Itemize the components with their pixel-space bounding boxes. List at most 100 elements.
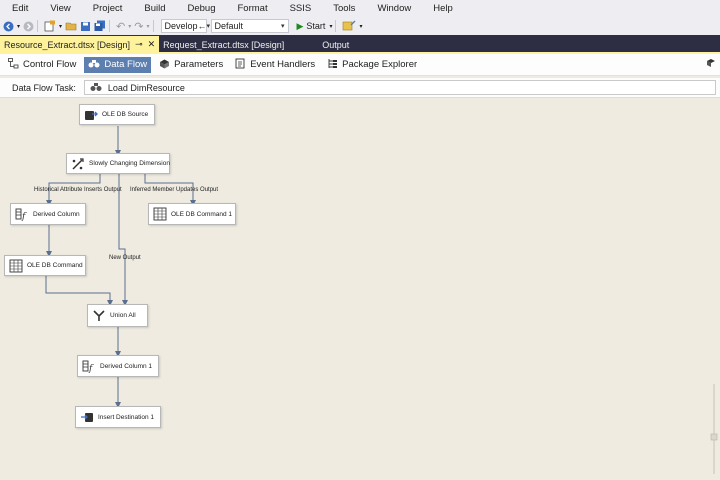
tab-output[interactable]: Output bbox=[318, 36, 353, 53]
tab-resource-extract[interactable]: Resource_Extract.dtsx [Design] ⊸ ✕ bbox=[0, 36, 160, 53]
redo-icon[interactable]: ↷ bbox=[134, 20, 143, 33]
tab-parameters[interactable]: Parameters bbox=[155, 57, 227, 73]
node-derived-column[interactable]: f Derived Column bbox=[10, 203, 86, 225]
save-icon[interactable] bbox=[80, 20, 91, 32]
start-label: Start bbox=[306, 21, 326, 31]
dropdown-arrow-icon[interactable]: ▾ bbox=[146, 20, 149, 32]
menu-window[interactable]: Window bbox=[363, 3, 411, 14]
solution-configuration-select[interactable]: Develop← ▾ bbox=[160, 19, 210, 33]
node-insert-destination-1[interactable]: Insert Destination 1 bbox=[75, 406, 161, 428]
forward-icon[interactable] bbox=[23, 20, 34, 32]
dropdown-arrow-icon[interactable]: ▾ bbox=[17, 20, 20, 32]
toolbar-separator bbox=[152, 20, 154, 32]
document-tab-strip: Resource_Extract.dtsx [Design] ⊸ ✕ Reque… bbox=[0, 35, 720, 53]
close-icon[interactable]: ✕ bbox=[148, 39, 156, 50]
path-label-inferred[interactable]: Inferred Member Updates Output bbox=[130, 187, 218, 193]
scd-icon bbox=[71, 157, 85, 171]
menu-ssis[interactable]: SSIS bbox=[276, 3, 312, 14]
data-flow-task-value: Load DimResource bbox=[107, 82, 185, 93]
menu-help[interactable]: Help bbox=[419, 3, 453, 14]
destination-icon bbox=[80, 410, 94, 424]
save-all-icon[interactable] bbox=[94, 20, 106, 32]
control-flow-icon bbox=[8, 57, 19, 72]
data-flow-task-icon bbox=[90, 82, 102, 94]
chevron-down-icon[interactable]: ▾ bbox=[329, 23, 332, 30]
dropdown-arrow-icon[interactable]: ▾ bbox=[128, 20, 131, 32]
node-ole-db-source[interactable]: OLE DB Source bbox=[79, 104, 155, 125]
tab-label: Control Flow bbox=[23, 59, 77, 70]
new-project-icon[interactable] bbox=[44, 20, 56, 32]
data-flow-design-surface[interactable]: Historical Attribute Inserts Output Infe… bbox=[0, 99, 720, 480]
tab-data-flow[interactable]: Data Flow bbox=[84, 56, 152, 73]
toolbar-separator bbox=[335, 20, 337, 32]
node-label: Insert Destination 1 bbox=[98, 413, 155, 421]
start-button[interactable]: ▶ Start ▾ bbox=[297, 21, 333, 32]
pin-icon[interactable]: ⊸ bbox=[135, 39, 143, 50]
ole-db-source-icon bbox=[84, 108, 98, 122]
tab-label: Data Flow bbox=[104, 59, 148, 70]
data-flow-task-label: Data Flow Task: bbox=[12, 82, 76, 93]
ole-db-command-icon bbox=[9, 259, 23, 273]
data-flow-task-row: Data Flow Task: Load DimResource bbox=[0, 78, 720, 98]
chevron-down-icon: ▾ bbox=[280, 23, 285, 30]
node-derived-column-1[interactable]: f Derived Column 1 bbox=[77, 355, 159, 377]
dropdown-arrow-icon[interactable]: ▾ bbox=[59, 20, 62, 32]
ole-db-command-icon bbox=[153, 207, 167, 221]
derived-column-icon: f bbox=[82, 359, 96, 373]
tab-event-handlers[interactable]: Event Handlers bbox=[231, 57, 319, 73]
solution-configuration-value: Develop← bbox=[164, 21, 207, 31]
node-label: Derived Column bbox=[33, 210, 80, 218]
designer-tab-bar: Control Flow Data Flow Parameters Event … bbox=[0, 54, 720, 76]
node-ole-db-command[interactable]: OLE DB Command bbox=[4, 255, 86, 276]
toolbar-separator bbox=[37, 20, 39, 32]
toolbar-separator bbox=[109, 20, 111, 32]
node-ole-db-command-1[interactable]: OLE DB Command 1 bbox=[148, 203, 236, 225]
node-slowly-changing-dimension[interactable]: Slowly Changing Dimension bbox=[66, 153, 170, 174]
back-icon[interactable] bbox=[3, 20, 14, 32]
solution-platform-value: Default bbox=[214, 21, 244, 31]
event-handlers-icon bbox=[235, 58, 246, 72]
node-label: OLE DB Command bbox=[27, 262, 83, 269]
node-label: Slowly Changing Dimension bbox=[89, 160, 170, 167]
tab-label: Request_Extract.dtsx [Design] bbox=[163, 39, 285, 50]
attach-process-icon[interactable] bbox=[342, 20, 356, 32]
tab-control-flow[interactable]: Control Flow bbox=[4, 57, 80, 73]
path-label-historical[interactable]: Historical Attribute Inserts Output bbox=[34, 187, 122, 193]
play-icon: ▶ bbox=[296, 20, 304, 31]
menu-tools[interactable]: Tools bbox=[319, 3, 355, 14]
path-new-output bbox=[118, 174, 128, 306]
toolbar: ▾ ▾ ↶ ▾ ↷ ▾ Develop← ▾ Default ▾ ▶ Start… bbox=[0, 17, 720, 35]
union-all-icon bbox=[92, 309, 106, 323]
tab-label: Event Handlers bbox=[250, 59, 316, 70]
node-label: OLE DB Source bbox=[102, 111, 149, 118]
menu-view[interactable]: View bbox=[36, 3, 70, 14]
undo-icon[interactable]: ↶ bbox=[116, 20, 125, 33]
menu-edit[interactable]: Edit bbox=[0, 3, 28, 14]
tab-label: Output bbox=[322, 39, 350, 50]
toolbar-overflow-icon[interactable]: ▾ bbox=[359, 20, 362, 32]
tab-label: Resource_Extract.dtsx [Design] bbox=[4, 39, 131, 50]
menu-project[interactable]: Project bbox=[79, 3, 123, 14]
tab-label: Parameters bbox=[174, 59, 224, 70]
package-explorer-icon bbox=[327, 58, 338, 72]
menu-format[interactable]: Format bbox=[224, 3, 268, 14]
tab-package-explorer[interactable]: Package Explorer bbox=[323, 57, 421, 73]
menu-build[interactable]: Build bbox=[130, 3, 165, 14]
menu-debug[interactable]: Debug bbox=[174, 3, 216, 14]
open-folder-icon[interactable] bbox=[65, 20, 77, 32]
tab-label: Package Explorer bbox=[342, 59, 418, 70]
derived-column-icon: f bbox=[15, 207, 29, 221]
zoom-icon[interactable] bbox=[706, 58, 716, 71]
parameters-icon bbox=[159, 58, 170, 72]
node-label: Derived Column 1 bbox=[100, 362, 153, 370]
node-union-all[interactable]: Union All bbox=[87, 304, 148, 327]
menu-bar: Edit View Project Build Debug Format SSI… bbox=[0, 0, 720, 17]
data-flow-task-select[interactable]: Load DimResource bbox=[83, 80, 716, 95]
svg-text:f: f bbox=[88, 364, 94, 373]
tab-request-extract[interactable]: Request_Extract.dtsx [Design] bbox=[159, 36, 288, 53]
node-label: OLE DB Command 1 bbox=[171, 210, 233, 218]
zoom-slider[interactable] bbox=[708, 384, 720, 474]
solution-platform-select[interactable]: Default ▾ bbox=[210, 19, 289, 33]
path-label-new-output[interactable]: New Output bbox=[109, 255, 141, 261]
node-label: Union All bbox=[110, 312, 136, 319]
